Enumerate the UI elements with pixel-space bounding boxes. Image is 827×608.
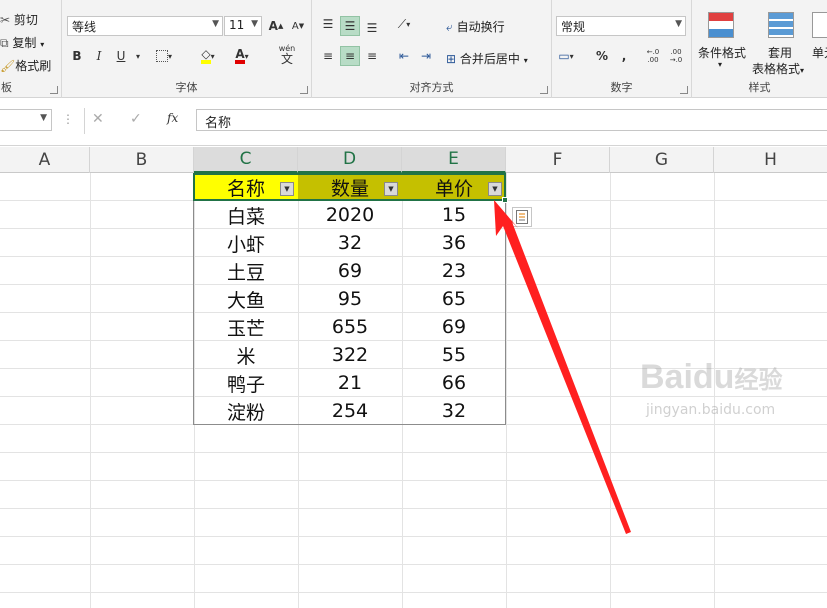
red-arrow-icon: [494, 200, 631, 534]
baidu-watermark: Baidu经验 jingyan.baidu.com: [640, 358, 783, 418]
annotation-arrow: [494, 200, 631, 534]
